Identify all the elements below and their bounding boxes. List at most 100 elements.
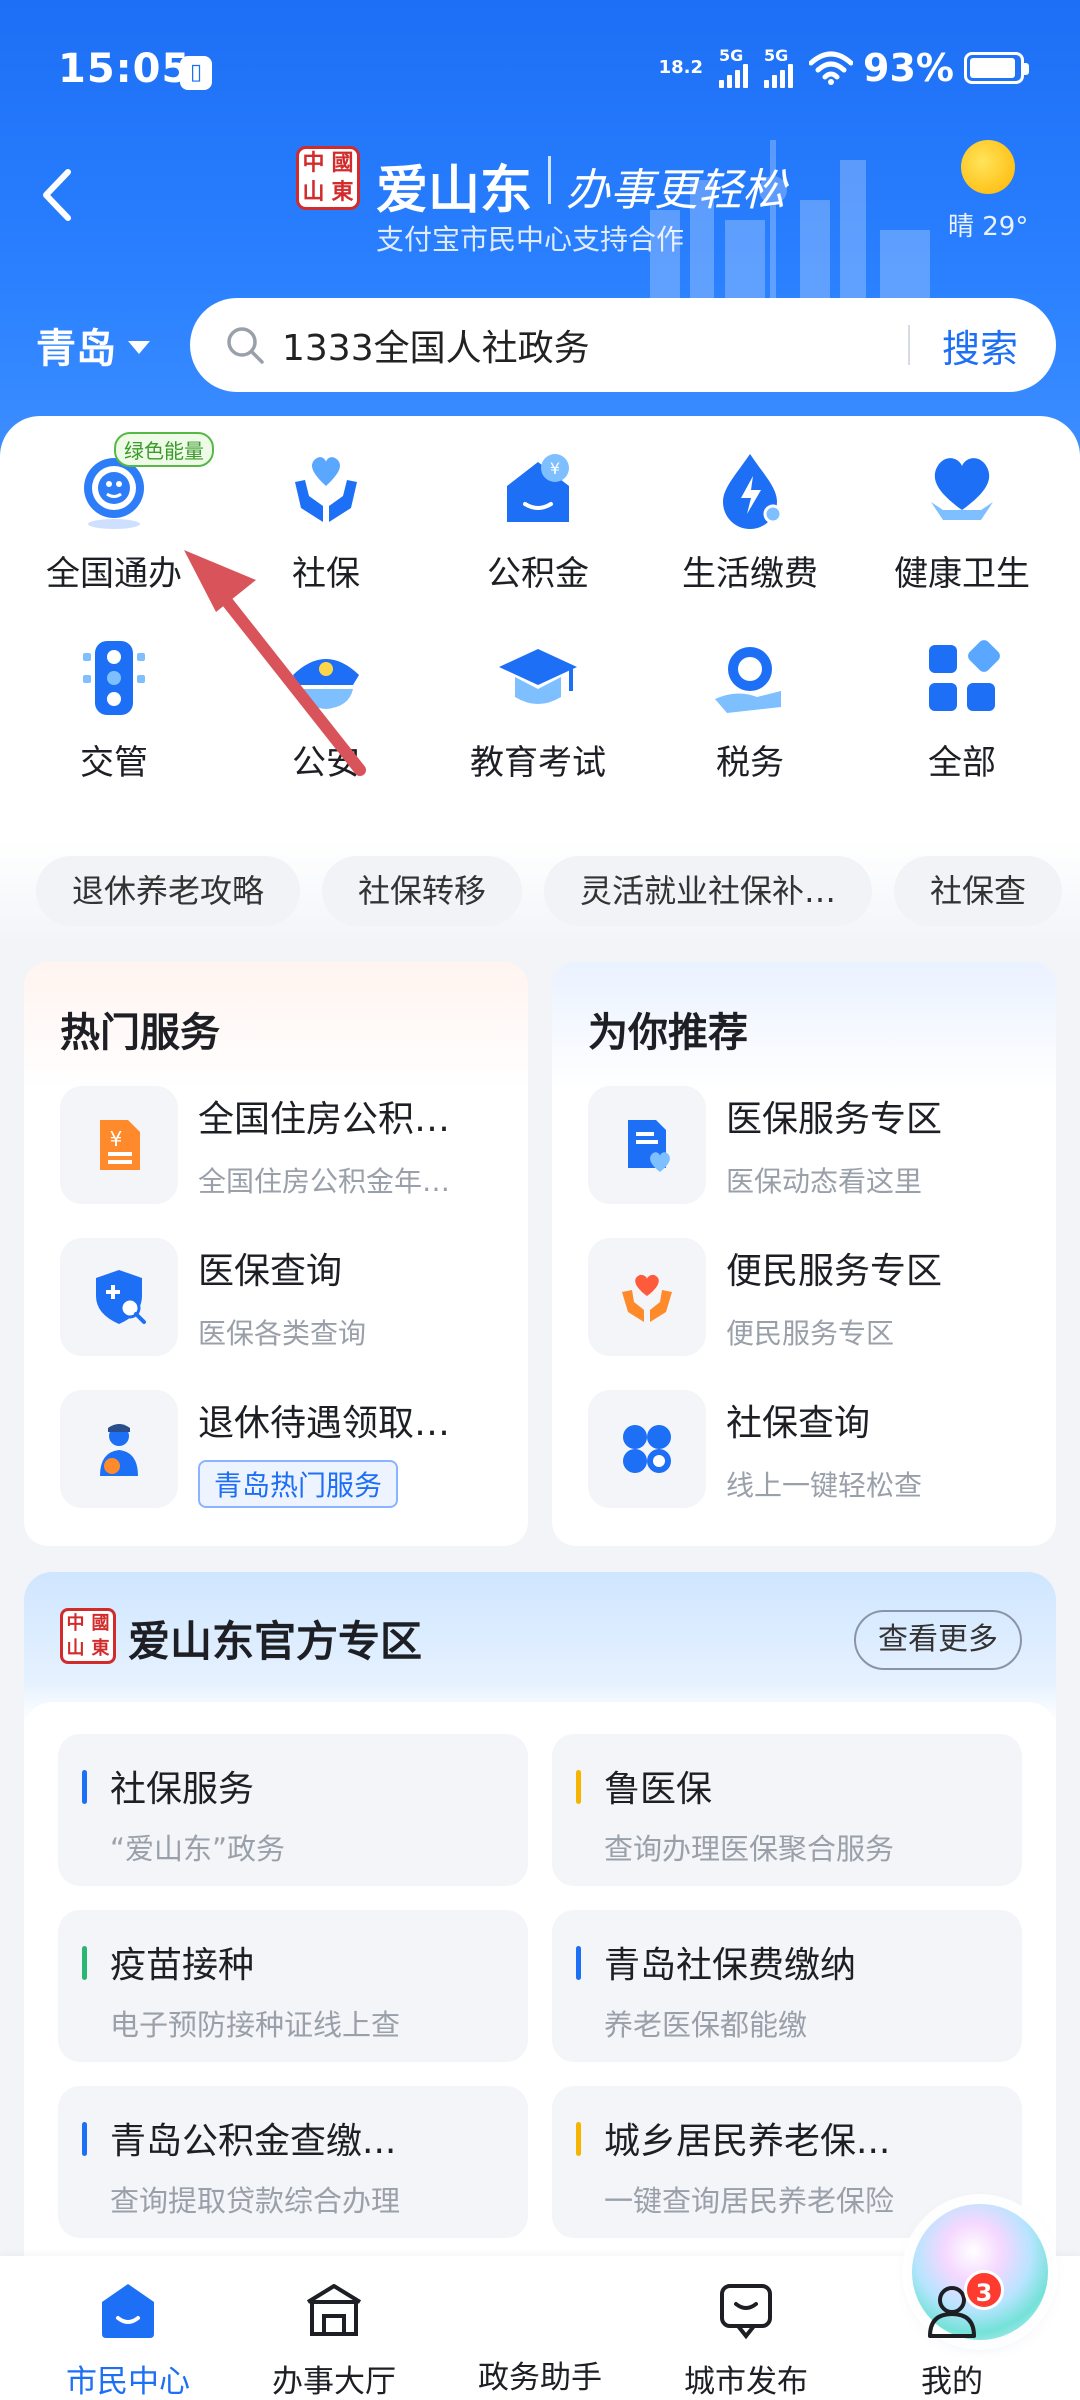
zone-item-subtitle: 电子预防接种证线上查 (110, 2008, 401, 2042)
heart-hands-icon (295, 457, 357, 522)
logo-char: 山 (302, 180, 325, 205)
service-national[interactable]: 绿色能量 全国通办 (8, 432, 220, 595)
tax-icon (715, 647, 781, 713)
list-item[interactable]: 医保查询 医保各类查询 (60, 1238, 510, 1390)
hot-services-card: 热门服务 ¥ 全国住房公积… 全国住房公积金年… 医保查询 医保各类查询 退休待… (24, 962, 528, 1546)
home-bubble-icon (102, 2284, 154, 2338)
list-item[interactable]: 医保服务专区 医保动态看这里 (588, 1086, 1038, 1238)
service-social-security[interactable]: 社保 (220, 446, 432, 595)
brand-divider (548, 156, 551, 204)
tab-mine[interactable]: 我的 (852, 2256, 1052, 2400)
medical-doc-icon (588, 1086, 706, 1204)
search-icon (227, 327, 264, 364)
wifi-icon (809, 51, 854, 85)
chip[interactable]: 灵活就业社保补… (544, 856, 873, 926)
brand-slogan: 办事更轻松 (566, 165, 786, 216)
hot-services-list: ¥ 全国住房公积… 全国住房公积金年… 医保查询 医保各类查询 退休待遇领取… … (60, 1086, 510, 1542)
zone-item[interactable]: 青岛社保费缴纳 养老医保都能缴 (552, 1910, 1022, 2062)
official-zone: 中 國 山 東 爱山东官方专区 查看更多 社保服务 “爱山东”政务 鲁医保 查询… (24, 1572, 1056, 2262)
svg-text:¥: ¥ (110, 1127, 123, 1151)
tab-gov-assistant[interactable]: 政务助手 (440, 2204, 1048, 2397)
traffic-light-icon (83, 641, 145, 715)
zone-item-title: 城乡居民养老保... (604, 2121, 891, 2162)
notification-badge: 3 (964, 2270, 1004, 2310)
services-card: 绿色能量 全国通办 社保 ¥ 公积金 生活缴费 健康卫生 交管 公安 教育考试 … (0, 416, 1080, 946)
battery-icon (964, 52, 1029, 84)
service-all[interactable]: 全部 (856, 635, 1068, 784)
signal-5g-1-label: 5G (719, 46, 744, 65)
zone-item[interactable]: 青岛公积金查缴... 查询提取贷款综合办理 (58, 2086, 528, 2238)
recommend-list: 医保服务专区 医保动态看这里 便民服务专区 便民服务专区 社保查询 线上一键轻松… (588, 1086, 1038, 1542)
service-police[interactable]: 公安 (220, 635, 432, 784)
back-arrow-icon[interactable] (28, 160, 88, 230)
zone-item[interactable]: 鲁医保 查询办理医保聚合服务 (552, 1734, 1022, 1886)
search-bar[interactable]: 1333全国人社政务 搜索 (190, 298, 1056, 392)
logo-char: 國 (91, 1613, 110, 1634)
message-icon (720, 2284, 772, 2340)
zone-item-title: 疫苗接种 (110, 1945, 255, 1986)
list-item[interactable]: 便民服务专区 便民服务专区 (588, 1238, 1038, 1390)
grid-all-icon (929, 640, 1000, 711)
item-subtitle: 医保各类查询 (198, 1317, 367, 1350)
item-subtitle: 线上一键轻松查 (726, 1469, 923, 1502)
graduation-cap-icon (499, 649, 577, 704)
house-coin-icon: ¥ (507, 454, 569, 522)
chip[interactable]: 社保查 (894, 856, 1063, 926)
tab-service-hall[interactable]: 办事大厅 (234, 2256, 434, 2400)
service-label: 全部 (928, 743, 996, 783)
recommend-card: 为你推荐 医保服务专区 医保动态看这里 便民服务专区 便民服务专区 社保查询 线… (552, 962, 1056, 1546)
chip[interactable]: 社保转移 (322, 856, 523, 926)
list-item[interactable]: 退休待遇领取… 青岛热门服务 (60, 1390, 510, 1542)
service-traffic[interactable]: 交管 (8, 635, 220, 784)
item-title: 医保服务专区 (726, 1099, 943, 1140)
zone-item-subtitle: 查询提取贷款综合办理 (110, 2184, 401, 2218)
official-zone-grid: 社保服务 “爱山东”政务 鲁医保 查询办理医保聚合服务 疫苗接种 电子预防接种证… (58, 1734, 1022, 2238)
service-tax[interactable]: 税务 (644, 635, 856, 784)
accent-bar (82, 2122, 87, 2156)
view-more-button[interactable]: 查看更多 (854, 1610, 1022, 1670)
list-item[interactable]: ¥ 全国住房公积… 全国住房公积金年… (60, 1086, 510, 1238)
tab-label: 城市发布 (684, 2364, 808, 2400)
accent-bar (82, 1770, 87, 1804)
status-bar: 15:05 ▯ 18.2 5G 5G 93% (0, 0, 1080, 110)
service-label: 教育考试 (470, 743, 606, 783)
clover-icon (588, 1390, 706, 1508)
service-label: 税务 (716, 743, 784, 783)
service-label: 健康卫生 (894, 554, 1030, 594)
zone-item-subtitle: “爱山东”政务 (110, 1832, 286, 1866)
accent-bar (576, 2122, 581, 2156)
tab-city-news[interactable]: 城市发布 (646, 2256, 846, 2400)
tab-label: 政务助手 (478, 2360, 602, 2396)
service-housing-fund[interactable]: ¥ 公积金 (432, 446, 644, 595)
network-speed: 18.2 (658, 57, 704, 78)
health-heart-icon (931, 458, 993, 520)
zone-item[interactable]: 社保服务 “爱山东”政务 (58, 1734, 528, 1886)
tab-citizen-center[interactable]: 市民中心 (28, 2256, 228, 2400)
weather-text: 晴 29° (948, 212, 1029, 242)
zone-item-subtitle: 养老医保都能缴 (604, 2008, 808, 2042)
zone-item-title: 鲁医保 (604, 1769, 713, 1810)
city-selector[interactable]: 青岛 (36, 316, 150, 374)
weather[interactable]: 晴 29° (948, 140, 1028, 243)
service-utilities[interactable]: 生活缴费 (644, 446, 856, 595)
service-education[interactable]: 教育考试 (432, 635, 644, 784)
item-title: 医保查询 (198, 1251, 343, 1292)
service-label: 公安 (292, 743, 360, 783)
item-title: 便民服务专区 (726, 1251, 943, 1292)
service-label: 公积金 (487, 554, 589, 594)
service-health[interactable]: 健康卫生 (856, 446, 1068, 595)
lock-icon: ▯ (180, 56, 212, 90)
chip[interactable]: 退休养老攻略 (36, 856, 301, 926)
zone-item[interactable]: 疫苗接种 电子预防接种证线上查 (58, 1910, 528, 2062)
accent-bar (82, 1946, 87, 1980)
zone-item-title: 青岛公积金查缴... (110, 2121, 397, 2162)
brand-logo: 中 國 山 東 (296, 146, 360, 210)
search-input[interactable]: 1333全国人社政务 (282, 319, 908, 371)
status-indicators: 18.2 5G 5G 93% (658, 46, 1029, 90)
battery-fill (970, 58, 1015, 78)
list-item[interactable]: 社保查询 线上一键轻松查 (588, 1390, 1038, 1542)
logo-char: 中 (302, 151, 325, 176)
item-subtitle: 医保动态看这里 (726, 1165, 923, 1198)
search-button[interactable]: 搜索 (942, 318, 1018, 373)
shield-search-icon (60, 1238, 178, 1356)
